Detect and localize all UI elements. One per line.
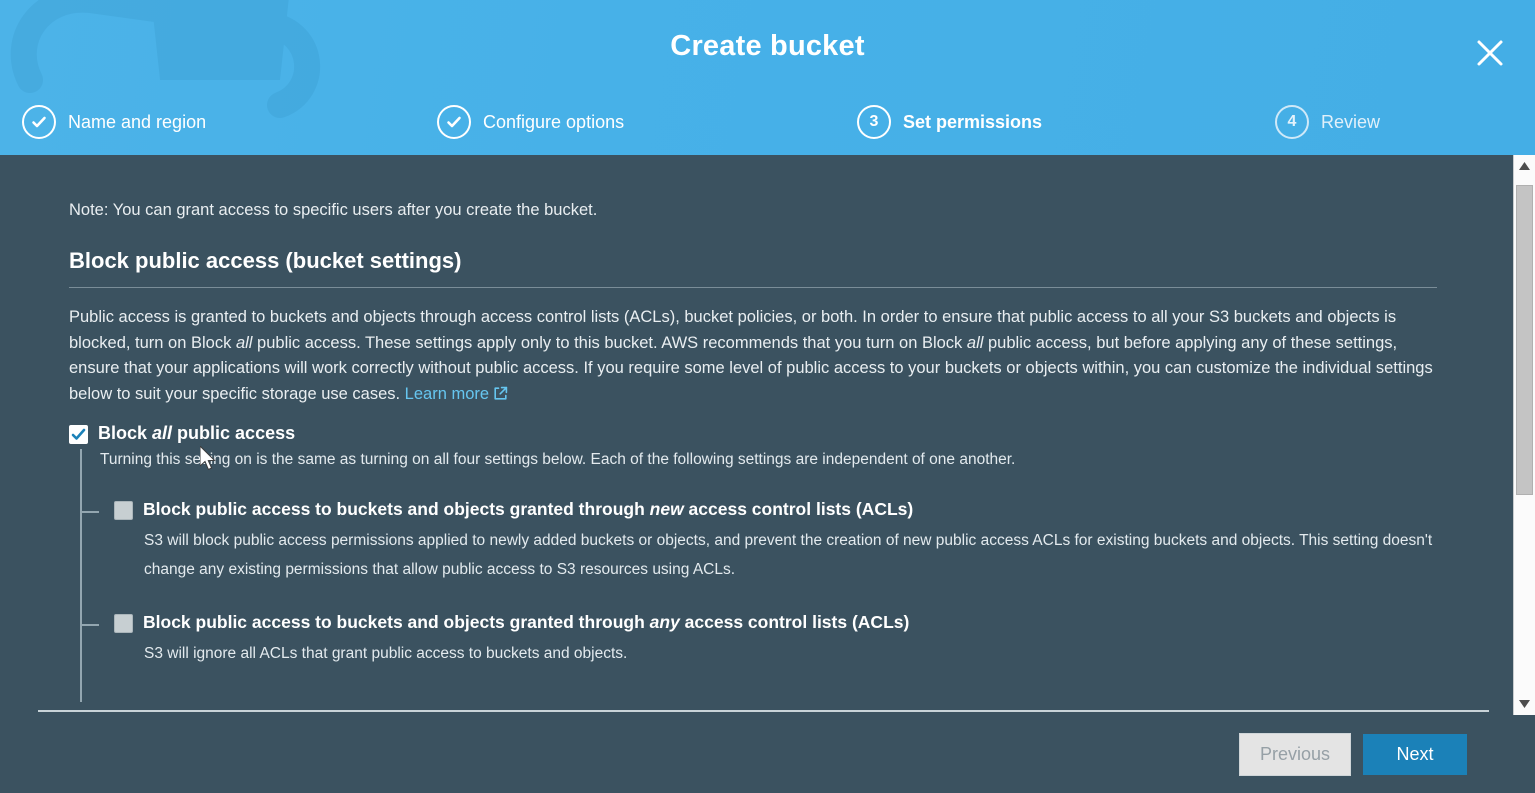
- tree-branch-connector: [81, 624, 99, 626]
- block-any-acls-label: Block public access to buckets and objec…: [143, 612, 909, 633]
- block-all-public-access-checkbox[interactable]: [69, 425, 88, 444]
- vertical-scrollbar[interactable]: [1513, 155, 1535, 715]
- scroll-down-arrow-icon[interactable]: [1514, 693, 1535, 715]
- sub-label-emphasis: any: [649, 612, 680, 632]
- sub-label-part1: Block public access to buckets and objec…: [143, 612, 650, 632]
- scrollbar-thumb[interactable]: [1516, 185, 1533, 495]
- page-title: Block public access (bucket settings): [69, 248, 462, 273]
- step-set-permissions[interactable]: 3 Set permissions: [857, 105, 1042, 139]
- block-any-acls-description: S3 will ignore all ACLs that grant publi…: [144, 645, 628, 662]
- step-label: Configure options: [483, 111, 625, 132]
- block-new-acls-label: Block public access to buckets and objec…: [143, 499, 913, 520]
- intro-paragraph: Public access is granted to buckets and …: [69, 305, 1439, 409]
- note-text: Note: You can grant access to specific u…: [69, 201, 598, 219]
- dialog-header: Create bucket Name and region Configure …: [0, 0, 1535, 155]
- step-label: Review: [1321, 111, 1381, 132]
- step-name-and-region[interactable]: Name and region: [22, 105, 206, 139]
- step-number-circle: 3: [857, 105, 891, 139]
- block-all-public-access-row[interactable]: Block all public access: [69, 423, 1435, 444]
- block-new-acls-description: S3 will block public access permissions …: [144, 532, 1433, 578]
- block-all-public-access-label: Block all public access: [98, 423, 295, 444]
- learn-more-link[interactable]: Learn more: [405, 385, 508, 403]
- previous-button[interactable]: Previous: [1238, 732, 1351, 776]
- check-circle-icon: [437, 105, 471, 139]
- close-icon[interactable]: [1469, 32, 1511, 74]
- step-number-circle: 4: [1275, 105, 1309, 139]
- next-button[interactable]: Next: [1363, 733, 1467, 775]
- sub-label-emphasis: new: [649, 499, 684, 519]
- create-bucket-dialog: Create bucket Name and region Configure …: [0, 0, 1535, 793]
- sub-setting-row[interactable]: Block public access to buckets and objec…: [114, 499, 1435, 520]
- check-circle-icon: [22, 105, 56, 139]
- block-any-acls-checkbox[interactable]: [114, 614, 133, 633]
- sub-label-part2: access control lists (ACLs): [679, 612, 910, 632]
- step-review[interactable]: 4 Review: [1275, 105, 1380, 139]
- intro-emphasis-2: all: [966, 333, 984, 352]
- learn-more-label: Learn more: [404, 384, 490, 403]
- title-divider: [69, 287, 1437, 288]
- scroll-up-arrow-icon[interactable]: [1514, 155, 1535, 177]
- step-label: Set permissions: [903, 111, 1043, 132]
- dialog-footer: Previous Next: [0, 715, 1513, 793]
- footer-divider: [38, 710, 1489, 712]
- sub-setting-new-acls: Block public access to buckets and objec…: [69, 499, 1435, 584]
- intro-emphasis-1: all: [235, 333, 253, 352]
- intro-part2: public access. These settings apply only…: [252, 333, 967, 352]
- block-new-acls-checkbox[interactable]: [114, 501, 133, 520]
- dialog-title: Create bucket: [670, 30, 865, 62]
- sub-label-part2: access control lists (ACLs): [683, 499, 914, 519]
- sub-label-part1: Block public access to buckets and objec…: [143, 499, 650, 519]
- step-configure-options[interactable]: Configure options: [437, 105, 624, 139]
- block-public-access-tree: Block all public access Turning this set…: [69, 423, 1435, 702]
- master-label-emphasis: all: [152, 423, 173, 443]
- tree-branch-connector: [81, 511, 99, 513]
- sub-setting-any-acls: Block public access to buckets and objec…: [69, 612, 1435, 668]
- step-indicator: Name and region Configure options 3 Set …: [0, 105, 1535, 149]
- master-label-part2: public access: [172, 423, 296, 443]
- external-link-icon: [493, 384, 508, 410]
- dialog-body: Note: You can grant access to specific u…: [0, 155, 1513, 715]
- sub-setting-row[interactable]: Block public access to buckets and objec…: [114, 612, 1435, 633]
- block-all-public-access-description: Turning this setting on is the same as t…: [100, 451, 1016, 468]
- step-label: Name and region: [68, 111, 207, 132]
- master-label-part1: Block: [98, 423, 153, 443]
